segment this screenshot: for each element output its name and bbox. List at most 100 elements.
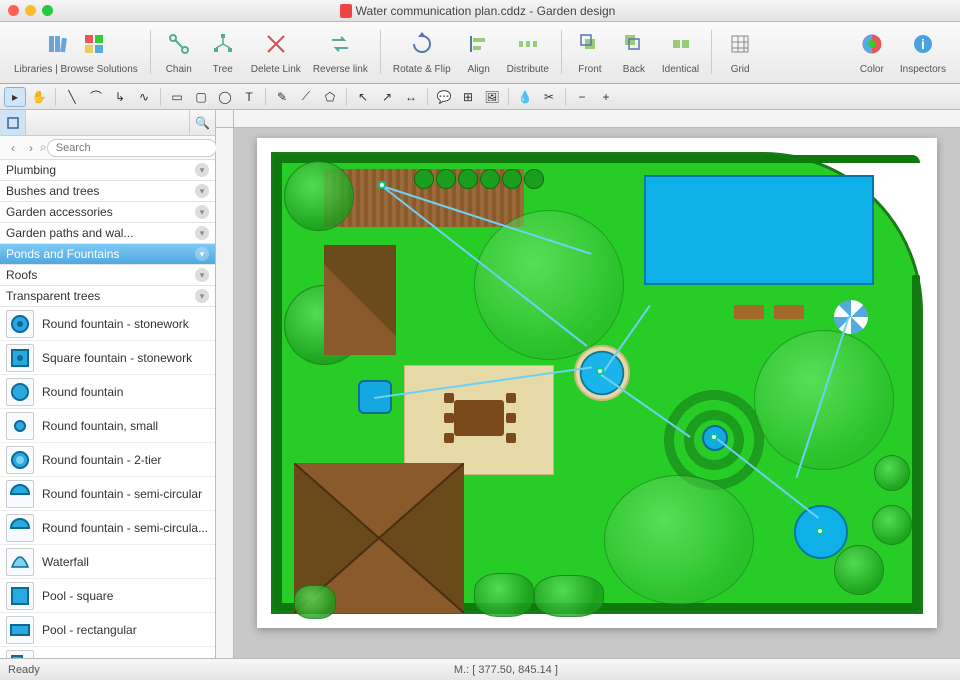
drawing-canvas[interactable]: [234, 128, 960, 658]
rect-tool[interactable]: ▭: [166, 87, 188, 107]
category-item[interactable]: Bushes and trees ▾: [0, 181, 215, 202]
category-item[interactable]: Roofs▾: [0, 265, 215, 286]
ellipse-tool[interactable]: ◯: [214, 87, 236, 107]
arc-tool[interactable]: ⌒: [85, 87, 107, 107]
front-label: Front: [578, 64, 601, 75]
crop-tool[interactable]: ✂: [538, 87, 560, 107]
category-item[interactable]: Garden paths and wal... ▾: [0, 223, 215, 244]
library-item[interactable]: Round fountain - semi-circular: [0, 477, 215, 511]
main-toolbar: Libraries | Browse Solutions Chain Tree …: [0, 22, 960, 84]
library-item-label: Waterfall: [42, 555, 89, 569]
ruler-vertical[interactable]: [216, 128, 234, 658]
category-disclosure-icon[interactable]: ▾: [195, 205, 209, 219]
arrow-double-tool[interactable]: ↔: [400, 87, 422, 107]
sidebar-tab-shapes[interactable]: [0, 110, 26, 135]
identical-label: Identical: [662, 64, 699, 75]
library-sidebar: 🔍 ‹ › ⌕ Plumbing▾Bushes and trees▾Garden…: [0, 110, 216, 658]
garden-shed[interactable]: [324, 245, 396, 355]
libraries-button[interactable]: [42, 28, 74, 60]
spline-tool[interactable]: ∿: [133, 87, 155, 107]
bezier-tool[interactable]: ✎: [271, 87, 293, 107]
status-bar: Ready M.: [ 377.50, 845.14 ]: [0, 658, 960, 680]
library-item[interactable]: Pool - rectangular: [0, 613, 215, 647]
sidebar-tab-search[interactable]: 🔍: [189, 110, 215, 135]
canvas-area: [216, 110, 960, 658]
library-item[interactable]: Round fountain - semi-circula...: [0, 511, 215, 545]
polygon-tool[interactable]: ⬠: [319, 87, 341, 107]
category-disclosure-icon[interactable]: ▾: [195, 163, 209, 177]
sidebar-search-input[interactable]: [47, 139, 217, 157]
category-label: Garden paths and wal...: [6, 226, 133, 240]
rotate-flip-button[interactable]: [406, 28, 438, 60]
chain-label: Chain: [166, 64, 192, 75]
category-label: Bushes and trees: [6, 184, 99, 198]
shape-library-list: Round fountain - stoneworkSquare fountai…: [0, 307, 215, 658]
swimming-pool[interactable]: [644, 175, 874, 285]
inspectors-label: Inspectors: [900, 64, 946, 75]
reverse-link-button[interactable]: [324, 28, 356, 60]
library-item[interactable]: Pool - square: [0, 579, 215, 613]
distribute-label: Distribute: [507, 64, 549, 75]
delete-link-label: Delete Link: [251, 64, 301, 75]
browse-solutions-button[interactable]: [78, 28, 110, 60]
close-window-button[interactable]: [8, 5, 19, 16]
pointer-tool[interactable]: ▸: [4, 87, 26, 107]
table-tool[interactable]: ⊞: [457, 87, 479, 107]
text-tool[interactable]: T: [238, 87, 260, 107]
zoom-out-tool[interactable]: −: [571, 87, 593, 107]
library-item-thumbnail: [6, 548, 34, 576]
polyline-tool[interactable]: ⟋: [295, 87, 317, 107]
library-item[interactable]: Round fountain, small: [0, 409, 215, 443]
color-button[interactable]: [856, 28, 888, 60]
minimize-window-button[interactable]: [25, 5, 36, 16]
status-ready: Ready: [8, 664, 40, 676]
library-item[interactable]: Pool - L-shaped: [0, 647, 215, 658]
inspectors-button[interactable]: i: [907, 28, 939, 60]
image-tool[interactable]: 🖼: [481, 87, 503, 107]
category-item[interactable]: Garden accessories▾: [0, 202, 215, 223]
distribute-button[interactable]: [512, 28, 544, 60]
hand-tool[interactable]: ✋: [28, 87, 50, 107]
category-item[interactable]: Transparent trees▾: [0, 286, 215, 307]
zoom-in-tool[interactable]: +: [595, 87, 617, 107]
align-button[interactable]: [463, 28, 495, 60]
category-disclosure-icon[interactable]: ▾: [195, 226, 209, 240]
libraries-label: Libraries: [14, 64, 52, 75]
library-item[interactable]: Square fountain - stonework: [0, 341, 215, 375]
arrow-left-tool[interactable]: ↖: [352, 87, 374, 107]
sidebar-nav-back[interactable]: ‹: [6, 141, 20, 155]
category-item[interactable]: Plumbing▾: [0, 160, 215, 181]
line-tool[interactable]: ╲: [61, 87, 83, 107]
eyedropper-tool[interactable]: 💧: [514, 87, 536, 107]
search-icon: ⌕: [40, 140, 47, 155]
front-button[interactable]: [574, 28, 606, 60]
library-item[interactable]: Waterfall: [0, 545, 215, 579]
category-disclosure-icon[interactable]: ▾: [195, 247, 209, 261]
arrow-tool[interactable]: ↗: [376, 87, 398, 107]
category-label: Ponds and Fountains: [6, 247, 119, 261]
category-disclosure-icon[interactable]: ▾: [195, 184, 209, 198]
connector-tool[interactable]: ↳: [109, 87, 131, 107]
sidebar-nav-fwd[interactable]: ›: [24, 141, 38, 155]
delete-link-button[interactable]: [260, 28, 292, 60]
page[interactable]: [257, 138, 937, 628]
ruler-horizontal[interactable]: [234, 110, 960, 128]
zoom-window-button[interactable]: [42, 5, 53, 16]
callout-tool[interactable]: 💬: [433, 87, 455, 107]
library-item[interactable]: Round fountain - stonework: [0, 307, 215, 341]
roundrect-tool[interactable]: ▢: [190, 87, 212, 107]
library-item[interactable]: Round fountain - 2-tier: [0, 443, 215, 477]
svg-text:i: i: [921, 36, 925, 52]
back-button[interactable]: [618, 28, 650, 60]
category-item[interactable]: Ponds and Fountains ▾: [0, 244, 215, 265]
library-item[interactable]: Round fountain: [0, 375, 215, 409]
identical-button[interactable]: [665, 28, 697, 60]
tree-button[interactable]: [207, 28, 239, 60]
library-item-thumbnail: [6, 480, 34, 508]
grid-button[interactable]: [724, 28, 756, 60]
grid-label: Grid: [731, 64, 750, 75]
chain-button[interactable]: [163, 28, 195, 60]
sidebar-search-row: ‹ › ⌕: [0, 136, 215, 160]
category-disclosure-icon[interactable]: ▾: [195, 289, 209, 303]
category-disclosure-icon[interactable]: ▾: [195, 268, 209, 282]
